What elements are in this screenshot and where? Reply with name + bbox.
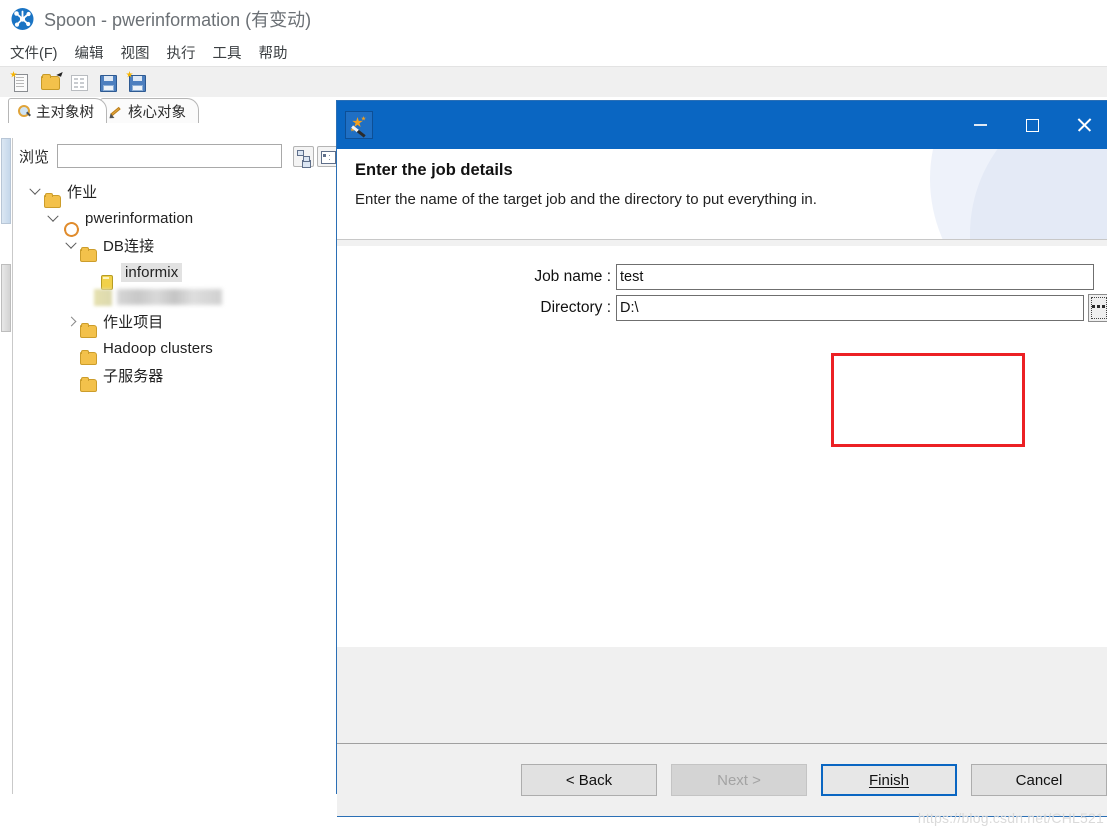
explorer-list-icon [71, 75, 88, 91]
next-button[interactable]: Next > [671, 764, 807, 796]
list-view-button[interactable] [317, 145, 339, 167]
menu-edit[interactable]: 编辑 [75, 42, 104, 63]
browse-input[interactable] [57, 144, 283, 168]
finish-button[interactable]: Finish [821, 764, 957, 796]
tab-label: 核心对象 [128, 104, 186, 121]
menubar: 文件(F) 编辑 视图 执行 工具 帮助 [0, 38, 1107, 66]
strip-segment-top[interactable] [1, 138, 11, 224]
directory-label: Directory : [540, 298, 611, 316]
chevron-right-icon[interactable] [63, 318, 79, 325]
window-title: Spoon - pwerinformation (有变动) [44, 10, 312, 30]
toolbar-new[interactable] [10, 71, 32, 93]
directory-row: Directory : [507, 292, 1107, 323]
tab-label: 主对象树 [36, 104, 94, 121]
blog-watermark: https://blog.csdn.net/CHL521 [917, 810, 1104, 826]
tree-item-label: 子服务器 [103, 368, 164, 385]
menu-file[interactable]: 文件(F) [10, 42, 58, 63]
tree-item-label-blurred [117, 289, 222, 305]
directory-browse-button[interactable] [1088, 293, 1107, 322]
job-name-field[interactable] [616, 263, 1094, 290]
maximize-button[interactable] [1006, 101, 1058, 149]
minimize-button[interactable] [954, 101, 1006, 149]
back-button-label: < Back [565, 771, 613, 789]
dialog-header: Enter the job details Enter the name of … [337, 149, 1107, 239]
toolbar-explore[interactable] [68, 71, 90, 93]
tree-item-label: Hadoop clusters [103, 340, 213, 357]
spoon-app-icon [10, 7, 35, 32]
cancel-button[interactable]: Cancel [971, 764, 1107, 796]
database-icon-blurred [94, 288, 112, 306]
tree-item-label: informix [121, 263, 183, 282]
finish-button-label: Finish [868, 771, 909, 789]
tree-view-button[interactable] [293, 145, 315, 167]
tree-item-label: pwerinformation [85, 210, 194, 227]
open-folder-icon [41, 74, 60, 90]
menu-tools[interactable]: 工具 [213, 42, 242, 63]
tree-item-label: DB连接 [103, 238, 155, 255]
directory-field[interactable] [616, 294, 1084, 321]
tree-item-label: 作业项目 [103, 314, 164, 331]
magnifier-icon [17, 104, 31, 118]
close-button[interactable] [1058, 101, 1107, 149]
pencil-icon [109, 104, 123, 118]
toolbar-save[interactable] [97, 71, 119, 93]
menu-view[interactable]: 视图 [121, 42, 150, 63]
job-name-label: Job name : [534, 267, 611, 285]
dialog-heading: Enter the job details [355, 161, 513, 179]
menu-run[interactable]: 执行 [167, 42, 196, 63]
cancel-button-label: Cancel [1015, 771, 1063, 789]
save-as-icon [129, 75, 146, 92]
spoon-main-window: Spoon - pwerinformation (有变动) 文件(F) 编辑 视… [0, 0, 1107, 826]
job-details-form: Job name : Directory : [507, 261, 1107, 323]
main-toolbar [0, 66, 1107, 97]
job-wizard-dialog: Enter the job details Enter the name of … [336, 100, 1107, 826]
minimize-icon [973, 124, 987, 126]
dialog-body: Job name : Directory : [337, 246, 1107, 646]
close-icon [1076, 117, 1092, 133]
chevron-down-icon[interactable] [27, 188, 43, 196]
new-file-icon [14, 74, 28, 92]
toolbar-open[interactable] [39, 70, 63, 93]
strip-segment-bottom[interactable] [1, 264, 11, 332]
tree-item-label: 作业 [67, 184, 98, 201]
job-name-row: Job name : [507, 261, 1107, 292]
back-button[interactable]: < Back [521, 764, 657, 796]
left-collapsed-bar [0, 138, 12, 794]
wizard-wand-icon [345, 111, 373, 139]
window-titlebar: Spoon - pwerinformation (有变动) [0, 0, 1107, 38]
dialog-filler [337, 646, 1107, 743]
menu-help[interactable]: 帮助 [259, 42, 288, 63]
chevron-down-icon[interactable] [63, 242, 79, 250]
maximize-icon [1025, 118, 1039, 132]
dialog-button-bar: < Back Next > Finish Cancel https://blog… [337, 744, 1107, 826]
tab-core-objects[interactable]: 核心对象 [100, 98, 199, 123]
list-icon [321, 150, 337, 164]
save-icon [100, 75, 117, 92]
ellipsis-icon [1092, 305, 1107, 310]
dialog-subheading: Enter the name of the target job and the… [355, 191, 817, 208]
hierarchy-icon [297, 149, 311, 163]
chevron-down-icon[interactable] [45, 215, 61, 223]
dialog-titlebar[interactable] [337, 101, 1107, 149]
tab-main-object-tree[interactable]: 主对象树 [8, 98, 107, 123]
browse-label: 浏览 [19, 148, 50, 166]
toolbar-save-as[interactable] [126, 71, 148, 93]
next-button-label: Next > [717, 771, 761, 789]
